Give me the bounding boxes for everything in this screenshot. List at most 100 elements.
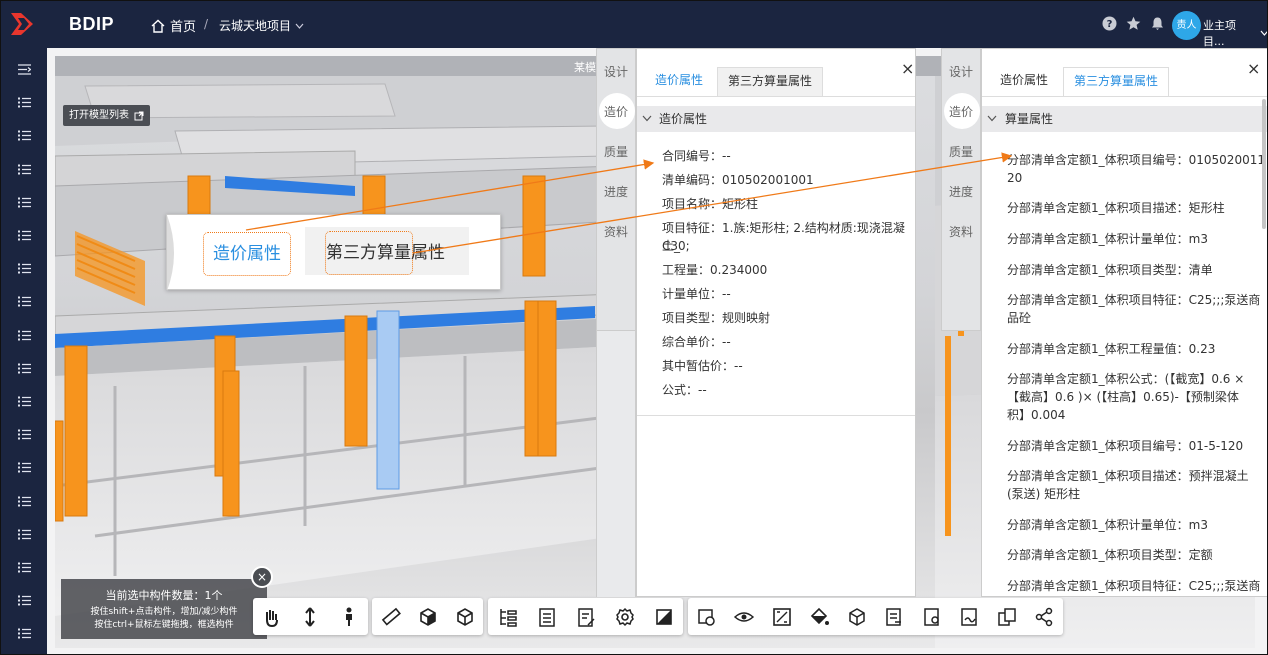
section-header[interactable]: 造价属性 — [637, 106, 915, 132]
user-menu[interactable]: 业主项目... — [1203, 17, 1267, 49]
view-clock-icon — [698, 608, 715, 626]
sidebar-list-11-icon[interactable] — [18, 425, 31, 440]
sidebar-list-13-icon[interactable] — [18, 492, 31, 507]
sidebar-list-15-icon[interactable] — [18, 558, 31, 573]
sidebar-list-12-icon[interactable] — [18, 458, 31, 473]
side-menu-right-item-3[interactable]: 进度 — [942, 183, 980, 200]
fit-frame-button[interactable] — [769, 604, 795, 630]
project-selector[interactable]: 云城天地项目 — [219, 17, 304, 34]
property-row: 合同编号：-- — [662, 149, 731, 163]
model-title: 某模 — [574, 61, 596, 74]
cube-iso-button[interactable] — [452, 604, 478, 630]
paint-bucket-icon — [811, 607, 830, 625]
sidebar-list-7-icon[interactable] — [18, 292, 31, 307]
section-header[interactable]: 算量属性 — [982, 106, 1267, 132]
copy-pages-icon — [998, 607, 1016, 626]
person-walk-icon — [345, 607, 352, 626]
chevron-down-icon — [642, 115, 652, 122]
chevron-down-icon — [1260, 30, 1267, 36]
open-model-list-button[interactable]: 打开模型列表 — [63, 105, 150, 126]
side-menu-left-item-0[interactable]: 设计 — [597, 63, 635, 80]
tab-third-party-properties[interactable]: 第三方算量属性 — [717, 67, 823, 96]
selection-close-button[interactable]: × — [251, 566, 273, 588]
scrollbar-thumb[interactable] — [1262, 99, 1266, 229]
toolbar-group-2 — [488, 598, 683, 635]
sidebar-menu-toggle-icon[interactable] — [18, 60, 32, 75]
sidebar-list-17-icon[interactable] — [18, 624, 31, 639]
avatar[interactable]: 责人 — [1172, 11, 1201, 40]
updown-move-button[interactable] — [297, 604, 323, 630]
tree-list-button[interactable] — [495, 604, 521, 630]
tab-third-party-properties[interactable]: 第三方算量属性 — [1063, 67, 1169, 96]
sidebar-list-9-icon[interactable] — [18, 359, 31, 374]
bdip-logo-icon[interactable] — [9, 11, 35, 37]
tab-spacer — [981, 67, 985, 96]
property-row: 公式：-- — [662, 383, 707, 397]
ruler-measure-button[interactable] — [378, 604, 404, 630]
sidebar-list-3-icon[interactable] — [18, 160, 31, 175]
doc-sign-icon — [961, 607, 977, 626]
eye-view-button[interactable] — [731, 604, 757, 630]
sidebar-list-16-icon[interactable] — [18, 591, 31, 606]
fit-frame-icon — [772, 607, 791, 626]
property-row: 清单编码：010502001001 — [662, 173, 814, 187]
star-icon[interactable] — [1126, 16, 1141, 31]
doc-note-button[interactable] — [881, 604, 907, 630]
form-list-button[interactable] — [534, 604, 560, 630]
svg-text:?: ? — [1107, 19, 1113, 30]
help-icon[interactable]: ? — [1102, 16, 1117, 31]
selection-info-box: 当前选中构件数量：1个 按住shift+点击构件，增加/减少构件 按住ctrl+… — [61, 579, 267, 639]
close-icon[interactable]: × — [1247, 59, 1260, 78]
edit-list-button[interactable] — [573, 604, 599, 630]
side-menu-left-item-2[interactable]: 质量 — [597, 143, 635, 160]
callout-page-curl-icon — [167, 215, 174, 291]
side-menu-right-item-4[interactable]: 资料 — [942, 223, 980, 240]
sidebar-list-14-icon[interactable] — [18, 525, 31, 540]
property-row: 积】0.004 — [1007, 408, 1066, 422]
eye-view-icon — [734, 611, 755, 622]
sidebar-list-8-icon[interactable] — [18, 326, 31, 341]
view-clock-button[interactable] — [694, 604, 720, 630]
share-nodes-button[interactable] — [1031, 604, 1057, 630]
side-menu-right-item-0[interactable]: 设计 — [942, 63, 980, 80]
side-menu-left-item-3[interactable]: 进度 — [597, 183, 635, 200]
sidebar-list-1-icon[interactable] — [18, 93, 31, 108]
breadcrumb-home[interactable]: 首页 — [151, 16, 196, 35]
section-box-button[interactable] — [651, 604, 677, 630]
paint-bucket-button[interactable] — [806, 604, 832, 630]
selection-count: 当前选中构件数量：1个 — [105, 589, 223, 602]
copy-pages-button[interactable] — [994, 604, 1020, 630]
chevron-down-icon — [987, 115, 997, 122]
property-row: 分部清单含定额1_体积项目类型：定额 — [1007, 548, 1213, 562]
doc-note-icon — [886, 607, 902, 626]
sidebar-list-10-icon[interactable] — [18, 392, 31, 407]
cube-wire-button[interactable] — [844, 604, 870, 630]
close-icon[interactable]: × — [901, 59, 914, 78]
pan-hand-button[interactable] — [259, 604, 285, 630]
pan-hand-icon — [266, 609, 279, 627]
side-menu-right-item-1[interactable]: 造价 — [942, 103, 980, 120]
callout-tab-third-party: 第三方算量属性 — [325, 231, 445, 275]
doc-search-icon — [924, 607, 939, 626]
bell-icon[interactable] — [1150, 16, 1165, 31]
property-row: 项目类型：规则映射 — [662, 311, 771, 325]
doc-search-button[interactable] — [919, 604, 945, 630]
tab-cost-properties[interactable]: 造价属性 — [647, 67, 711, 96]
tab-cost-properties[interactable]: 造价属性 — [992, 67, 1056, 96]
sidebar-list-6-icon[interactable] — [18, 259, 31, 274]
side-menu-left-item-1[interactable]: 造价 — [597, 103, 635, 120]
sidebar-list-2-icon[interactable] — [18, 126, 31, 141]
cube-front-button[interactable] — [415, 604, 441, 630]
sidebar-list-5-icon[interactable] — [18, 226, 31, 241]
user-label: 业主项目... — [1203, 19, 1236, 48]
settings-gear-button[interactable] — [612, 604, 638, 630]
props-bottom-divider — [637, 415, 915, 416]
side-menu-right-item-2[interactable]: 质量 — [942, 143, 980, 160]
doc-sign-button[interactable] — [956, 604, 982, 630]
sidebar-list-4-icon[interactable] — [18, 193, 31, 208]
property-row: 工程量：0.234000 — [662, 263, 768, 277]
brand-title[interactable]: BDIP — [69, 14, 114, 35]
side-menu-left-item-4[interactable]: 资料 — [597, 223, 635, 240]
ruler-measure-icon — [381, 607, 401, 626]
person-walk-button[interactable] — [336, 604, 362, 630]
